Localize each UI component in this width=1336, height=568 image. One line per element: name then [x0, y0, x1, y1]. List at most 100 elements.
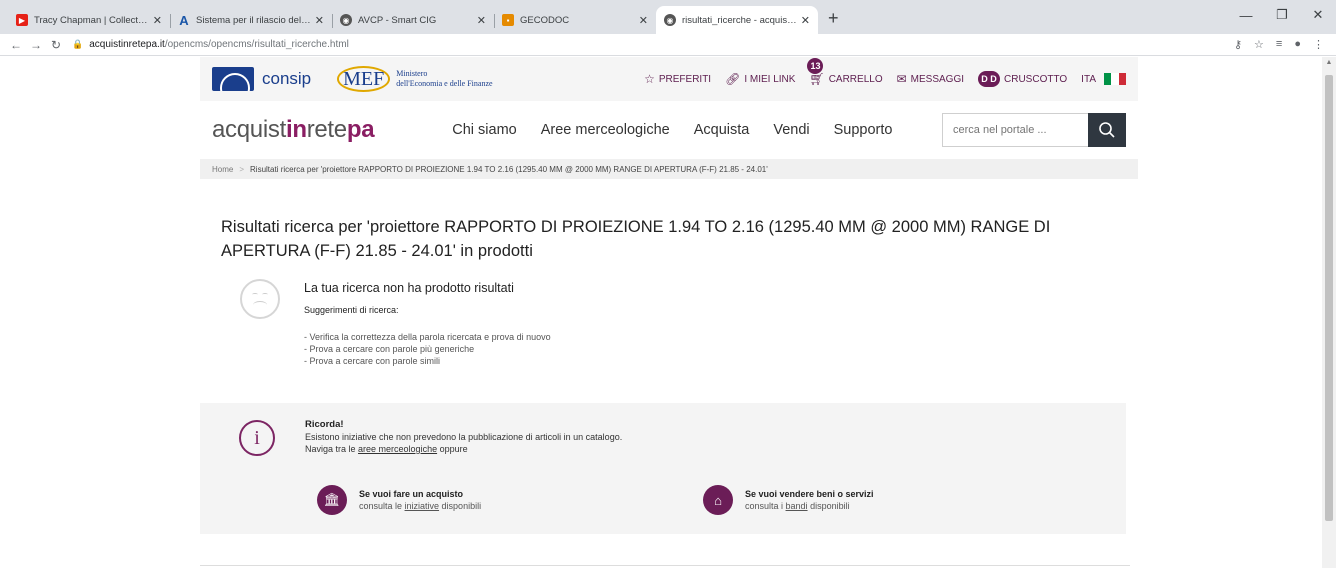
- imieilink-label: I MIEI LINK: [744, 73, 796, 85]
- scroll-up-icon[interactable]: ▲: [1322, 59, 1336, 66]
- italy-flag-icon: [1104, 73, 1126, 85]
- buy-post: disponibili: [439, 501, 482, 511]
- star-icon[interactable]: ☆: [1254, 38, 1264, 51]
- tab-title: GECODOC: [520, 14, 570, 26]
- factory-icon: ⌂: [703, 485, 733, 515]
- buy-pre: consulta le: [359, 501, 405, 511]
- browser-tab-bar: ▶ Tracy Chapman | Collection Full Al ✕ A…: [0, 0, 1336, 34]
- window-controls: — ❐ ✕: [1228, 0, 1336, 30]
- globe-icon: ◉: [340, 14, 352, 26]
- reload-icon[interactable]: ↻: [46, 38, 66, 52]
- url-path: /opencms/opencms/risultati_ricerche.html: [164, 39, 349, 50]
- restore-icon[interactable]: ❐: [1264, 0, 1300, 30]
- close-icon[interactable]: ✕: [315, 14, 324, 27]
- consip-logo-link[interactable]: consip: [212, 67, 311, 91]
- url-field[interactable]: 🔒 acquistinretepa.it/opencms/opencms/ris…: [72, 36, 1234, 54]
- key-icon[interactable]: ⚷: [1234, 38, 1242, 51]
- reminder-line1: Esistono iniziative che non prevedono la…: [305, 432, 623, 442]
- close-icon[interactable]: ✕: [801, 14, 810, 27]
- mef-line2: dell'Economia e delle Finanze: [396, 79, 493, 88]
- browser-tab-active[interactable]: ◉ risultati_ricerche - acquistinretepa ✕: [656, 6, 818, 34]
- nav-aree-merceologiche[interactable]: Aree merceologiche: [541, 122, 670, 138]
- brand-part2: in: [285, 116, 307, 143]
- buy-cta: 🏛︎ Se vuoi fare un acquisto consulta le …: [317, 485, 481, 515]
- breadcrumb-current: Risultati ricerca per 'proiettore RAPPOR…: [250, 164, 768, 174]
- brand-part3: rete: [306, 116, 347, 143]
- browser-tab[interactable]: ▪ GECODOC ✕: [494, 6, 656, 34]
- messages-label: MESSAGGI: [910, 73, 965, 85]
- aree-merceologiche-link[interactable]: aree merceologiche: [358, 444, 437, 454]
- breadcrumb-home[interactable]: Home: [212, 165, 233, 174]
- close-icon[interactable]: ✕: [153, 14, 162, 27]
- nav-vendi[interactable]: Vendi: [773, 122, 809, 138]
- search-input[interactable]: [942, 113, 1088, 147]
- acquistinretepa-logo[interactable]: acquistinretepa: [212, 116, 375, 144]
- reminder-box: i Ricorda! Esistono iniziative che non p…: [200, 403, 1126, 534]
- reminder-line2-post: oppure: [437, 444, 468, 454]
- bandi-link[interactable]: bandi: [786, 501, 808, 511]
- sell-cta: ⌂ Se vuoi vendere beni o servizi consult…: [703, 485, 874, 515]
- results-section: Risultati ricerca per 'proiettore RAPPOR…: [200, 179, 1138, 367]
- profile-icon[interactable]: ●: [1294, 38, 1301, 51]
- avatar: D D: [978, 71, 1001, 87]
- back-icon[interactable]: ←: [6, 38, 26, 52]
- preferiti-link[interactable]: ☆ PREFERITI: [644, 72, 711, 86]
- suggestions-title: Suggerimenti di ricerca:: [304, 305, 399, 315]
- close-icon[interactable]: ✕: [639, 14, 648, 27]
- nav-chi-siamo[interactable]: Chi siamo: [452, 122, 516, 138]
- site: consip MEF Ministero dell'Economia e del…: [200, 57, 1138, 534]
- brand-part1: acquist: [212, 116, 286, 143]
- reminder-line2-pre: Naviga tra le: [305, 444, 359, 454]
- gecodoc-icon: ▪: [502, 14, 514, 26]
- tab-title: AVCP - Smart CIG: [358, 14, 437, 26]
- star-icon: ☆: [644, 72, 655, 86]
- sad-face-icon: [240, 279, 280, 319]
- mef-line1: Ministero: [396, 69, 428, 78]
- preferiti-label: PREFERITI: [658, 73, 712, 85]
- nav-acquista[interactable]: Acquista: [694, 122, 750, 138]
- tab-title: Tracy Chapman | Collection Full Al: [34, 14, 149, 26]
- no-results-block: La tua ricerca non ha prodotto risultati…: [221, 279, 1138, 367]
- tab-title: risultati_ricerche - acquistinretepa: [682, 14, 797, 26]
- scrollbar-thumb[interactable]: [1325, 75, 1333, 521]
- mef-logo-link[interactable]: MEF Ministero dell'Economia e delle Fina…: [337, 66, 493, 92]
- page-scrollbar[interactable]: ▲: [1322, 57, 1336, 568]
- buy-title: Se vuoi fare un acquisto: [359, 489, 464, 499]
- language-select[interactable]: ITA: [1081, 73, 1126, 85]
- bank-icon: 🏛︎: [317, 485, 347, 515]
- top-bar: consip MEF Ministero dell'Economia e del…: [200, 57, 1138, 101]
- sell-pre: consulta i: [745, 501, 786, 511]
- search-button[interactable]: [1088, 113, 1126, 147]
- imieilink-link[interactable]: 🔗︎ I MIEI LINK: [725, 72, 795, 86]
- consip-name: consip: [262, 69, 312, 88]
- new-tab-button[interactable]: +: [818, 8, 849, 34]
- brand-part4: pa: [346, 116, 375, 143]
- letter-a-icon: A: [179, 12, 189, 28]
- main-nav: acquistinretepa Chi siamo Aree merceolog…: [200, 101, 1138, 159]
- iniziative-link[interactable]: iniziative: [405, 501, 440, 511]
- close-icon[interactable]: ✕: [477, 14, 486, 27]
- cart-link[interactable]: 13 🛒︎ CARRELLO: [807, 58, 883, 86]
- mef-logo: MEF: [337, 66, 391, 92]
- menu-icon[interactable]: ⋮: [1313, 38, 1324, 51]
- url-host: acquistinretepa.it: [89, 39, 165, 50]
- dashboard-link[interactable]: D D CRUSCOTTO: [978, 71, 1067, 87]
- minimize-icon[interactable]: —: [1228, 0, 1264, 30]
- browser-tab[interactable]: ▶ Tracy Chapman | Collection Full Al ✕: [8, 6, 170, 34]
- nav-supporto[interactable]: Supporto: [834, 122, 893, 138]
- forward-icon[interactable]: →: [26, 38, 46, 52]
- close-window-icon[interactable]: ✕: [1300, 0, 1336, 30]
- language-label: ITA: [1081, 73, 1096, 85]
- breadcrumb-separator-icon: >: [239, 164, 245, 174]
- messages-link[interactable]: ✉ MESSAGGI: [897, 72, 964, 86]
- search-icon: [1099, 122, 1115, 138]
- cart-label: CARRELLO: [828, 73, 883, 85]
- suggestion-item: - Verifica la correttezza della parola r…: [304, 332, 551, 342]
- cart-icon: 🛒︎: [809, 72, 825, 86]
- browser-tab[interactable]: ◉ AVCP - Smart CIG ✕: [332, 6, 494, 34]
- dashboard-label: CRUSCOTTO: [1004, 73, 1068, 85]
- consip-logo: [212, 67, 254, 91]
- reading-list-icon[interactable]: ≡: [1276, 38, 1282, 51]
- browser-tab[interactable]: A Sistema per il rilascio del CIG in m ✕: [170, 6, 332, 34]
- lock-icon: 🔒: [72, 39, 84, 49]
